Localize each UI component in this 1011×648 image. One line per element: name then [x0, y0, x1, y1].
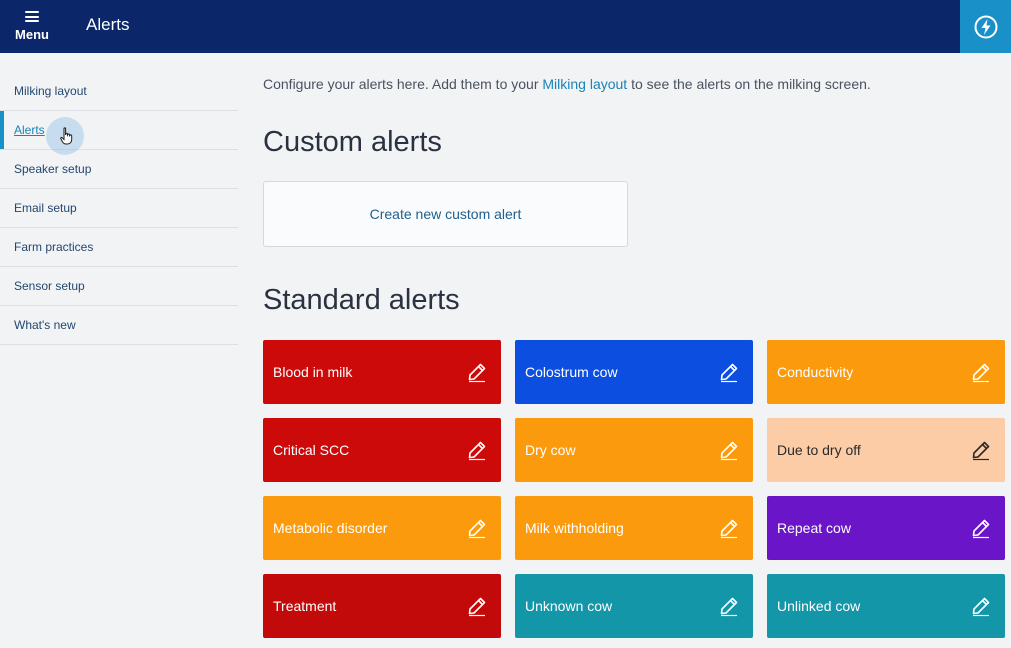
sidebar-item[interactable]: Alerts	[0, 111, 238, 155]
alert-tile[interactable]: Unlinked cow	[767, 574, 1005, 638]
alert-tile[interactable]: Milk withholding	[515, 496, 753, 560]
pencil-icon[interactable]	[969, 438, 993, 462]
sidebar-item-label: Farm practices	[14, 240, 94, 254]
alert-tile[interactable]: Repeat cow	[767, 496, 1005, 560]
create-custom-alert-button[interactable]: Create new custom alert	[263, 181, 628, 247]
alert-tile[interactable]: Colostrum cow	[515, 340, 753, 404]
menu-label: Menu	[15, 27, 49, 42]
alert-tile[interactable]: Treatment	[263, 574, 501, 638]
alert-tile[interactable]: Due to dry off	[767, 418, 1005, 482]
sidebar-item-label: Sensor setup	[14, 279, 85, 293]
alert-tile-label: Colostrum cow	[525, 364, 618, 380]
sidebar-item[interactable]: Speaker setup	[0, 150, 238, 189]
alert-tile-label: Blood in milk	[273, 364, 353, 380]
alert-tile-label: Repeat cow	[777, 520, 851, 536]
pencil-icon[interactable]	[969, 360, 993, 384]
menu-button[interactable]: Menu	[0, 0, 64, 53]
pencil-icon[interactable]	[969, 594, 993, 618]
pencil-icon[interactable]	[465, 516, 489, 540]
sidebar-item-label: Alerts	[14, 123, 45, 137]
alert-tile-label: Unlinked cow	[777, 598, 861, 614]
sidebar-item[interactable]: Farm practices	[0, 228, 238, 267]
sidebar-item[interactable]: Email setup	[0, 189, 238, 228]
alert-tile[interactable]: Conductivity	[767, 340, 1005, 404]
alert-tile-label: Unknown cow	[525, 598, 613, 614]
custom-alerts-heading: Custom alerts	[263, 126, 442, 158]
hand-cursor-icon	[60, 127, 73, 145]
sidebar-item[interactable]: Milking layout	[0, 72, 238, 111]
sidebar-item-label: Speaker setup	[14, 162, 92, 176]
sidebar-item-label: Email setup	[14, 201, 77, 215]
sidebar-item[interactable]: Sensor setup	[0, 267, 238, 306]
alert-tile-label: Treatment	[273, 598, 337, 614]
alert-tile[interactable]: Metabolic disorder	[263, 496, 501, 560]
alert-tile-label: Metabolic disorder	[273, 520, 388, 536]
alert-tile[interactable]: Dry cow	[515, 418, 753, 482]
sidebar-item-label: Milking layout	[14, 84, 87, 98]
top-bar: Menu Alerts	[0, 0, 1011, 53]
sidebar-item-label: What's new	[14, 318, 76, 332]
pencil-icon[interactable]	[717, 438, 741, 462]
alert-tile[interactable]: Blood in milk	[263, 340, 501, 404]
quick-action-button[interactable]	[960, 0, 1011, 53]
pencil-icon[interactable]	[717, 516, 741, 540]
pencil-icon[interactable]	[717, 360, 741, 384]
alert-tile-label: Conductivity	[777, 364, 854, 380]
pencil-icon[interactable]	[465, 594, 489, 618]
pencil-icon[interactable]	[465, 438, 489, 462]
alert-tile-label: Due to dry off	[777, 442, 861, 458]
hamburger-icon	[25, 11, 39, 22]
pencil-icon[interactable]	[969, 516, 993, 540]
alert-tile-label: Critical SCC	[273, 442, 350, 458]
alert-tile-label: Milk withholding	[525, 520, 624, 536]
intro-text: Configure your alerts here. Add them to …	[263, 76, 871, 92]
alert-tile[interactable]: Unknown cow	[515, 574, 753, 638]
pencil-icon[interactable]	[465, 360, 489, 384]
alert-tile[interactable]: Critical SCC	[263, 418, 501, 482]
milking-layout-link[interactable]: Milking layout	[542, 76, 627, 92]
settings-sidebar: Milking layout Alerts Speaker setup Email s…	[0, 72, 238, 345]
page-title: Alerts	[86, 15, 130, 34]
lightning-icon	[974, 15, 997, 38]
pencil-icon[interactable]	[717, 594, 741, 618]
sidebar-item[interactable]: What's new	[0, 306, 238, 345]
alert-tile-label: Dry cow	[525, 442, 576, 458]
standard-alerts-heading: Standard alerts	[263, 284, 460, 316]
